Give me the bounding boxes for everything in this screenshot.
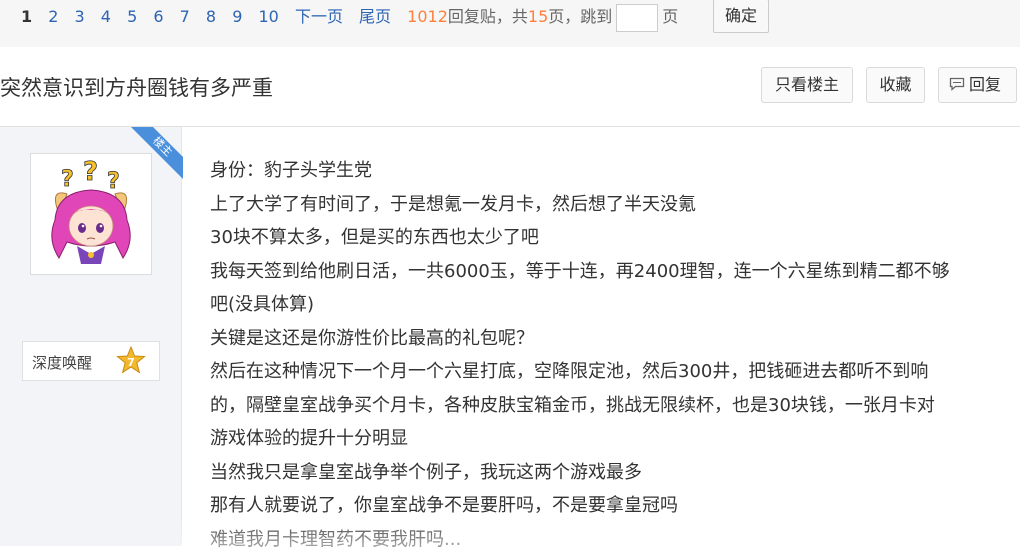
page-link-7[interactable]: 7 [180, 7, 190, 26]
reply-label: 回复贴，共 [448, 7, 528, 26]
jump-suffix: 页 [662, 7, 678, 26]
user-level-badge[interactable]: 深度唤醒 7 [22, 341, 160, 381]
svg-text:?: ? [61, 167, 74, 192]
author-name: 深度唤醒 [32, 352, 92, 373]
post-line: 上了大学了有时间了，于是想氪一发月卡，然后想了半天没氪 [210, 188, 1010, 222]
page-link-4[interactable]: 4 [101, 7, 111, 26]
avatar[interactable]: ? ? ? [30, 153, 152, 275]
favorite-button[interactable]: 收藏 [866, 67, 925, 103]
jump-page-input[interactable] [616, 4, 658, 32]
page-link-5[interactable]: 5 [127, 7, 137, 26]
page-link-8[interactable]: 8 [206, 7, 216, 26]
page-current: 1 [21, 7, 32, 26]
page-link-6[interactable]: 6 [153, 7, 163, 26]
post-line: 30块不算太多，但是买的东西也太少了吧 [210, 221, 1010, 255]
post-line: 身份：豹子头学生党 [210, 154, 1010, 188]
post-content: 身份：豹子头学生党 上了大学了有时间了，于是想氪一发月卡，然后想了半天没氪 30… [210, 154, 1010, 556]
post-line: 关键是这还是你游性价比最高的礼包呢？ [210, 322, 1010, 356]
confirm-jump-button[interactable]: 确定 [713, 0, 769, 33]
reply-button[interactable]: 回复 [938, 67, 1017, 103]
post-line: 然后在这种情况下一个月一个六星打底，空降限定池，然后300井，把钱砸进去都听不到… [210, 355, 1010, 389]
reply-icon [949, 69, 965, 103]
thread-title: 突然意识到方舟圈钱有多严重 [0, 72, 273, 102]
last-page-link[interactable]: 尾页 [359, 7, 391, 26]
level-star-icon: 7 [116, 346, 146, 376]
page-link-9[interactable]: 9 [232, 7, 242, 26]
reply-label: 回复 [969, 75, 1001, 94]
post-line: 的，隔壁皇室战争买个月卡，各种皮肤宝箱金币，挑战无限续杯，也是30块钱，一张月卡… [210, 389, 1010, 423]
post-line: 吧(没具体算) [210, 288, 1010, 322]
reply-count: 1012 [407, 7, 448, 26]
post-line: 游戏体验的提升十分明显 [210, 422, 1010, 456]
next-page-link[interactable]: 下一页 [295, 7, 343, 26]
page-link-2[interactable]: 2 [48, 7, 58, 26]
post-line: 我每天签到给他刷日活，一共6000玉，等于十连，再2400理智，连一个六星练到精… [210, 255, 1010, 289]
thread-header: 突然意识到方舟圈钱有多严重 只看楼主 收藏 回复 [0, 47, 1020, 127]
page-total: 15 [528, 7, 548, 26]
page-link-10[interactable]: 10 [258, 7, 278, 26]
svg-text:?: ? [83, 157, 98, 187]
level-number: 7 [127, 356, 135, 369]
jump-label: 跳到 [580, 7, 612, 26]
pagination-bar: 1 2 3 4 5 6 7 8 9 10 下一页 尾页 1012回复贴，共15页… [0, 0, 1020, 48]
scroll-fade [181, 516, 1020, 546]
page-suffix: 页 [548, 7, 564, 26]
page-link-3[interactable]: 3 [75, 7, 85, 26]
only-op-button[interactable]: 只看楼主 [761, 67, 853, 103]
svg-text:?: ? [107, 169, 120, 194]
post-line: 当然我只是拿皇室战争举个例子，我玩这两个游戏最多 [210, 456, 1010, 490]
avatar-image: ? ? ? [31, 154, 151, 274]
